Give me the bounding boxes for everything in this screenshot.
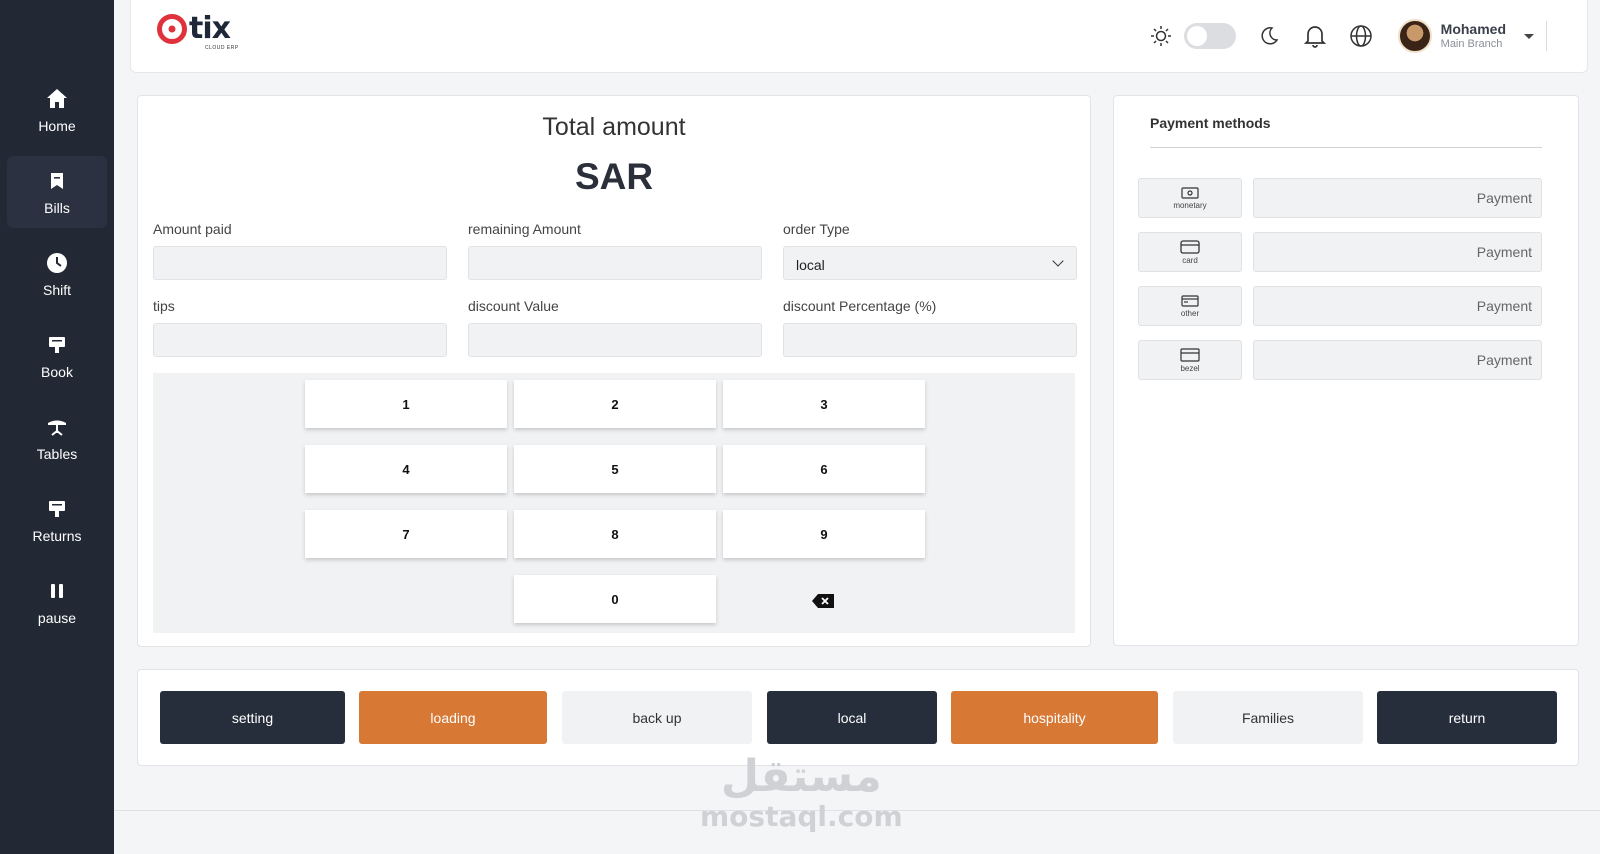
payment-summary-card: Total amount SAR Amount paid remaining A… bbox=[137, 95, 1091, 647]
watermark: مستقل mostaql.com bbox=[700, 752, 903, 832]
sidebar-item-shift[interactable]: Shift bbox=[7, 238, 107, 310]
key-4[interactable]: 4 bbox=[305, 445, 507, 493]
payment-method-label: monetary bbox=[1173, 200, 1207, 210]
key-2[interactable]: 2 bbox=[514, 380, 716, 428]
backup-button[interactable]: back up bbox=[562, 691, 752, 744]
bell-icon[interactable] bbox=[1302, 23, 1328, 49]
sidebar-item-home[interactable]: Home bbox=[7, 74, 107, 146]
key-6[interactable]: 6 bbox=[723, 445, 925, 493]
payment-input-bezel[interactable]: Payment bbox=[1253, 340, 1542, 380]
sidebar-item-label: Returns bbox=[32, 528, 82, 544]
sidebar-item-label: Bills bbox=[44, 200, 70, 216]
tips-label: tips bbox=[153, 298, 175, 314]
sidebar-item-book[interactable]: Book bbox=[7, 320, 107, 392]
user-name: Mohamed bbox=[1440, 21, 1506, 37]
discount-percentage-input[interactable] bbox=[783, 323, 1077, 357]
remaining-amount-label: remaining Amount bbox=[468, 221, 581, 237]
returns-icon bbox=[44, 496, 70, 522]
amount-paid-label: Amount paid bbox=[153, 221, 232, 237]
key-3[interactable]: 3 bbox=[723, 380, 925, 428]
discount-value-label: discount Value bbox=[468, 298, 559, 314]
clock-icon bbox=[44, 250, 70, 276]
key-5[interactable]: 5 bbox=[514, 445, 716, 493]
payment-method-label: other bbox=[1180, 308, 1200, 318]
key-8[interactable]: 8 bbox=[514, 510, 716, 558]
order-type-select[interactable]: local bbox=[783, 246, 1077, 280]
amount-paid-input[interactable] bbox=[153, 246, 447, 280]
sidebar-item-tables[interactable]: Tables bbox=[7, 402, 107, 474]
sidebar-item-label: Shift bbox=[42, 282, 71, 298]
home-icon bbox=[44, 86, 70, 112]
payment-method-other[interactable]: other bbox=[1138, 286, 1242, 326]
bezel-icon bbox=[1180, 347, 1200, 362]
other-payment-icon bbox=[1181, 294, 1199, 307]
payment-method-label: bezel bbox=[1180, 363, 1200, 373]
payment-input-card[interactable]: Payment bbox=[1253, 232, 1542, 272]
total-amount-value: SAR bbox=[574, 156, 654, 197]
sidebar-item-label: Book bbox=[41, 364, 73, 380]
numeric-keypad: 1 2 3 4 5 6 7 8 9 0 bbox=[153, 373, 1075, 633]
top-header: tix CLOUD ERP Mohamed Main Branch bbox=[130, 0, 1588, 73]
payment-method-card[interactable]: card bbox=[1138, 232, 1242, 272]
sidebar-item-bills[interactable]: Bills bbox=[7, 156, 107, 228]
header-actions: Mohamed Main Branch bbox=[1148, 16, 1547, 56]
logo[interactable]: tix CLOUD ERP bbox=[157, 11, 238, 51]
logo-text: tix bbox=[189, 11, 231, 46]
divider bbox=[1546, 21, 1547, 51]
key-1[interactable]: 1 bbox=[305, 380, 507, 428]
key-0[interactable]: 0 bbox=[514, 575, 716, 623]
sidebar-item-pause[interactable]: pause bbox=[7, 566, 107, 638]
divider bbox=[1150, 147, 1542, 148]
logo-subtitle: CLOUD ERP bbox=[205, 45, 239, 51]
payment-input-other[interactable]: Payment bbox=[1253, 286, 1542, 326]
sidebar-item-returns[interactable]: Returns bbox=[7, 484, 107, 556]
payment-methods-title: Payment methods bbox=[1150, 115, 1271, 131]
book-icon bbox=[44, 332, 70, 358]
total-amount-title: Total amount bbox=[542, 113, 686, 141]
payment-method-label: card bbox=[1182, 255, 1198, 265]
local-button[interactable]: local bbox=[767, 691, 937, 744]
tips-input[interactable] bbox=[153, 323, 447, 357]
bookmark-icon bbox=[44, 168, 70, 194]
card-icon bbox=[1180, 239, 1200, 254]
discount-percentage-label: discount Percentage (%) bbox=[783, 298, 937, 314]
cash-icon bbox=[1181, 186, 1199, 199]
payment-methods-card: Payment methods monetary Payment card Pa… bbox=[1113, 95, 1579, 646]
watermark-arabic: مستقل bbox=[720, 751, 882, 802]
sidebar-item-label: Home bbox=[38, 118, 76, 134]
payment-method-monetary[interactable]: monetary bbox=[1138, 178, 1242, 218]
remaining-amount-input[interactable] bbox=[468, 246, 762, 280]
user-branch: Main Branch bbox=[1440, 37, 1503, 50]
sidebar: Home Bills Shift Book Tables Returns pau… bbox=[0, 0, 114, 854]
return-button[interactable]: return bbox=[1377, 691, 1557, 744]
key-7[interactable]: 7 bbox=[305, 510, 507, 558]
moon-icon[interactable] bbox=[1256, 23, 1282, 49]
discount-value-input[interactable] bbox=[468, 323, 762, 357]
watermark-latin: mostaql.com bbox=[700, 800, 903, 833]
sidebar-item-label: pause bbox=[37, 610, 77, 626]
backspace-icon[interactable] bbox=[811, 593, 835, 609]
hospitality-button[interactable]: hospitality bbox=[951, 691, 1158, 744]
logo-mark bbox=[157, 14, 187, 44]
order-type-value: local bbox=[796, 257, 825, 273]
pause-icon bbox=[44, 578, 70, 604]
families-button[interactable]: Families bbox=[1173, 691, 1363, 744]
globe-icon[interactable] bbox=[1348, 23, 1374, 49]
setting-button[interactable]: setting bbox=[160, 691, 345, 744]
table-icon bbox=[44, 414, 70, 440]
loading-button[interactable]: loading bbox=[359, 691, 547, 744]
chevron-down-icon[interactable] bbox=[1524, 33, 1534, 39]
sidebar-item-label: Tables bbox=[36, 446, 78, 462]
sun-icon bbox=[1148, 23, 1174, 49]
payment-method-bezel[interactable]: bezel bbox=[1138, 340, 1242, 380]
chevron-down-icon bbox=[1052, 255, 1064, 267]
payment-input-monetary[interactable]: Payment bbox=[1253, 178, 1542, 218]
user-info[interactable]: Mohamed Main Branch bbox=[1441, 21, 1506, 51]
avatar[interactable] bbox=[1397, 19, 1432, 53]
order-type-label: order Type bbox=[783, 221, 850, 237]
theme-toggle[interactable] bbox=[1183, 23, 1236, 49]
key-9[interactable]: 9 bbox=[723, 510, 925, 558]
